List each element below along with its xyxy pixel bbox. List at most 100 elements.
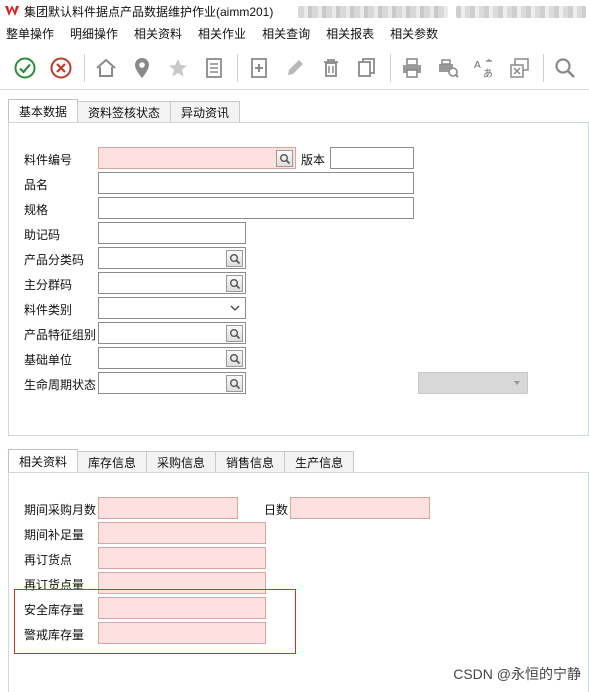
locate-button[interactable] — [127, 53, 157, 83]
delete-button[interactable] — [316, 53, 346, 83]
favorite-button[interactable] — [163, 53, 193, 83]
window-title: 集团默认料件据点产品数据维护作业(aimm201) — [24, 4, 274, 19]
main-group-input[interactable] — [98, 272, 246, 294]
lifecycle-lookup-button[interactable] — [226, 375, 243, 392]
watermark: CSDN @永恒的宁静 — [453, 666, 581, 682]
tab-label: 库存信息 — [88, 456, 137, 470]
tab-sales-info[interactable]: 销售信息 — [215, 451, 286, 473]
base-unit-lookup-button[interactable] — [226, 350, 243, 367]
spec-input[interactable] — [98, 197, 414, 219]
toolbar-separator — [84, 53, 85, 82]
tab-label: 资料签核状态 — [88, 106, 161, 120]
product-category-input[interactable] — [98, 247, 246, 269]
close-window-icon — [510, 57, 529, 78]
tab-label: 采购信息 — [157, 456, 206, 470]
product-category-lookup-button[interactable] — [226, 250, 243, 267]
days-label: 日数 — [264, 503, 289, 517]
home-icon — [96, 58, 116, 77]
reorder-point-input[interactable] — [98, 547, 266, 569]
confirm-button[interactable] — [10, 53, 40, 83]
feature-group-label: 产品特征组别 — [24, 328, 97, 342]
menu-bar: 整单操作 明细操作 相关资料 相关作业 相关查询 相关报表 相关参数 — [0, 22, 589, 44]
item-type-label: 料件类别 — [24, 303, 73, 317]
menu-related-jobs[interactable]: 相关作业 — [198, 25, 246, 42]
toolbar: Aあ — [0, 46, 589, 90]
chevron-down-icon — [230, 305, 240, 311]
tab-basic-data[interactable]: 基本数据 — [8, 99, 79, 123]
version-label: 版本 — [301, 153, 326, 167]
menu-related-query[interactable]: 相关查询 — [262, 25, 310, 42]
tab-purchase-info[interactable]: 采购信息 — [146, 451, 217, 473]
lifecycle-input[interactable] — [98, 372, 246, 394]
tab-approval-status[interactable]: 资料签核状态 — [77, 101, 172, 123]
toolbar-separator — [543, 53, 544, 82]
search-button[interactable] — [550, 53, 580, 83]
menu-order-ops[interactable]: 整单操作 — [6, 25, 54, 42]
name-input[interactable] — [98, 172, 414, 194]
tab-label: 销售信息 — [226, 456, 275, 470]
svg-text:A: A — [474, 60, 481, 71]
product-category-label: 产品分类码 — [24, 253, 85, 267]
lifecycle-disabled-select — [418, 372, 528, 394]
item-no-input[interactable] — [98, 147, 296, 169]
purchase-months-label: 期间采购月数 — [24, 503, 97, 517]
translate-icon: Aあ — [474, 58, 493, 80]
main-group-label: 主分群码 — [24, 278, 73, 292]
tab-change-info[interactable]: 异动资讯 — [170, 101, 241, 123]
app-logo-icon — [5, 5, 19, 16]
print-preview-button[interactable] — [433, 53, 463, 83]
menu-related-data[interactable]: 相关资料 — [134, 25, 182, 42]
list-button[interactable] — [199, 53, 229, 83]
bottom-tab-strip: 相关资料 库存信息 采购信息 销售信息 生产信息 — [8, 449, 355, 473]
tab-related-data[interactable]: 相关资料 — [8, 449, 79, 473]
feature-group-lookup-button[interactable] — [226, 325, 243, 342]
svg-text:あ: あ — [483, 68, 493, 80]
tab-label: 异动资讯 — [181, 106, 230, 120]
translate-button[interactable]: Aあ — [469, 53, 499, 83]
print-button[interactable] — [397, 53, 427, 83]
menu-detail-ops[interactable]: 明细操作 — [70, 25, 118, 42]
top-tab-strip: 基本数据 资料签核状态 异动资讯 — [8, 99, 241, 123]
magnifier-icon — [229, 353, 240, 364]
item-no-lookup-button[interactable] — [276, 150, 293, 167]
new-button[interactable] — [244, 53, 274, 83]
main-group-lookup-button[interactable] — [226, 275, 243, 292]
redacted-text — [298, 6, 448, 18]
close-window-button[interactable] — [505, 53, 535, 83]
days-input[interactable] — [290, 497, 430, 519]
copy-icon — [358, 57, 375, 77]
tab-label: 基本数据 — [19, 105, 68, 119]
chevron-down-icon — [514, 381, 520, 385]
base-unit-label: 基础单位 — [24, 353, 73, 367]
version-input[interactable] — [330, 147, 414, 169]
menu-related-reports[interactable]: 相关报表 — [326, 25, 374, 42]
mnemonic-label: 助记码 — [24, 228, 61, 242]
edit-button[interactable] — [280, 53, 310, 83]
replenish-qty-input[interactable] — [98, 522, 266, 544]
magnifier-icon — [229, 278, 240, 289]
list-document-icon — [206, 57, 222, 78]
tab-inventory-info[interactable]: 库存信息 — [77, 451, 148, 473]
star-icon — [169, 58, 187, 76]
spec-label: 规格 — [24, 203, 49, 217]
item-type-select[interactable] — [98, 297, 246, 319]
magnifier-icon — [229, 378, 240, 389]
magnifier-icon — [279, 153, 290, 164]
item-no-label: 料件编号 — [24, 153, 73, 167]
mnemonic-input[interactable] — [98, 222, 246, 244]
magnifier-icon — [229, 253, 240, 264]
purchase-months-input[interactable] — [98, 497, 238, 519]
search-icon — [555, 57, 575, 78]
toolbar-separator — [237, 53, 238, 82]
cancel-button[interactable] — [46, 53, 76, 83]
home-button[interactable] — [91, 53, 121, 83]
tab-production-info[interactable]: 生产信息 — [284, 451, 355, 473]
new-document-icon — [251, 57, 267, 78]
menu-related-params[interactable]: 相关参数 — [390, 25, 438, 42]
reorder-point-label: 再订货点 — [24, 553, 73, 567]
copy-button[interactable] — [352, 53, 382, 83]
printer-icon — [403, 57, 421, 78]
feature-group-input[interactable] — [98, 322, 246, 344]
base-unit-input[interactable] — [98, 347, 246, 369]
check-circle-icon — [14, 57, 36, 78]
